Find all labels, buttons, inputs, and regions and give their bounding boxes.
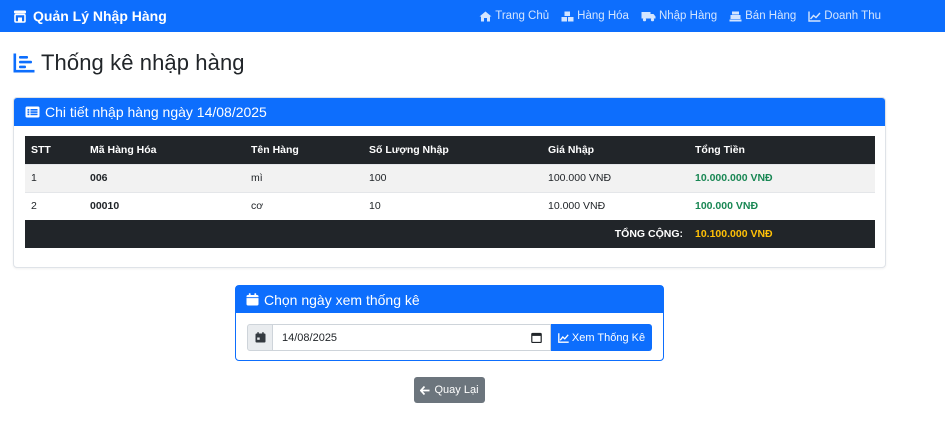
cell-code: 006 <box>84 163 245 192</box>
grand-total-value: 10.100.000 VNĐ <box>689 220 875 248</box>
chart-line-icon <box>558 332 569 343</box>
date-input-group: 14/08/2025 Xem Thống Kê <box>247 324 653 351</box>
arrow-left-icon <box>420 385 430 395</box>
cell-stt: 2 <box>25 191 84 220</box>
nav-item-label: Doanh Thu <box>824 10 881 22</box>
calendar-day-icon <box>255 332 265 343</box>
back-button[interactable]: Quay Lại <box>414 377 485 403</box>
list-chart-icon <box>13 53 35 73</box>
nav-item-revenue[interactable]: Doanh Thu <box>808 10 881 22</box>
import-detail-card: Chi tiết nhập hàng ngày 14/08/2025 STT M… <box>13 97 886 268</box>
column-header: Tổng Tiền <box>689 136 875 164</box>
column-header: STT <box>25 136 84 164</box>
table-header-row: STT Mã Hàng Hóa Tên Hàng Số Lượng Nhập G… <box>25 136 875 164</box>
detail-card-title: Chi tiết nhập hàng ngày 14/08/2025 <box>45 104 267 120</box>
table-row: 1 006 mì 100 100.000 VNĐ 10.000.000 VNĐ <box>25 163 875 192</box>
detail-card-header: Chi tiết nhập hàng ngày 14/08/2025 <box>14 98 885 126</box>
nav-item-sales[interactable]: Bán Hàng <box>729 10 796 22</box>
cell-qty: 100 <box>363 163 542 192</box>
nav-menu: Trang Chủ Hàng Hóa Nhập Hàng Bán Hàng Do… <box>479 0 881 32</box>
nav-item-label: Trang Chủ <box>495 10 550 22</box>
cell-stt: 1 <box>25 163 84 192</box>
cell-price: 10.000 VNĐ <box>542 191 689 220</box>
date-card-header: Chọn ngày xem thống kê <box>236 286 663 313</box>
cell-total: 100.000 VNĐ <box>689 191 875 220</box>
nav-item-import[interactable]: Nhập Hàng <box>641 10 717 22</box>
nav-item-home[interactable]: Trang Chủ <box>479 10 549 22</box>
home-icon <box>479 11 492 21</box>
cash-register-icon <box>729 11 742 21</box>
table-row: 2 00010 cơ 10 10.000 VNĐ 100.000 VNĐ <box>25 191 875 220</box>
date-input-value: 14/08/2025 <box>282 331 338 344</box>
date-card-title: Chọn ngày xem thống kê <box>264 291 420 308</box>
view-statistics-button[interactable]: Xem Thống Kê <box>551 324 652 351</box>
column-header: Giá Nhập <box>542 136 689 164</box>
grand-total-label: TỔNG CỘNG: <box>25 220 689 248</box>
cell-price: 100.000 VNĐ <box>542 163 689 192</box>
back-button-label: Quay Lại <box>434 384 479 396</box>
column-header: Tên Hàng <box>245 136 363 164</box>
chart-line-icon <box>808 11 821 22</box>
boxes-icon <box>561 11 574 21</box>
date-input[interactable]: 14/08/2025 <box>273 324 551 351</box>
cell-total: 10.000.000 VNĐ <box>689 163 875 192</box>
date-addon <box>247 324 273 351</box>
brand-link[interactable]: Quản Lý Nhập Hàng <box>13 0 167 32</box>
import-detail-table: STT Mã Hàng Hóa Tên Hàng Số Lượng Nhập G… <box>25 136 875 248</box>
calendar-icon <box>246 293 259 306</box>
brand-text: Quản Lý Nhập Hàng <box>33 8 167 24</box>
cell-name: cơ <box>245 191 363 220</box>
store-icon <box>14 10 26 23</box>
cell-qty: 10 <box>363 191 542 220</box>
column-header: Mã Hàng Hóa <box>84 136 245 164</box>
view-statistics-label: Xem Thống Kê <box>571 331 646 344</box>
cell-code: 00010 <box>84 191 245 220</box>
date-select-card: Chọn ngày xem thống kê 14/08/2025 Xem Th… <box>235 285 664 361</box>
truck-icon <box>641 11 656 21</box>
nav-item-label: Bán Hàng <box>745 10 797 22</box>
calendar-picker-icon[interactable] <box>531 332 542 343</box>
list-alt-icon <box>25 106 40 118</box>
table-footer-row: TỔNG CỘNG: 10.100.000 VNĐ <box>25 220 875 248</box>
page-heading: Thống kê nhập hàng <box>13 50 245 76</box>
top-navbar: Quản Lý Nhập Hàng Trang Chủ Hàng Hóa Nhậ… <box>0 0 945 32</box>
nav-item-products[interactable]: Hàng Hóa <box>561 10 629 22</box>
nav-item-label: Hàng Hóa <box>577 10 629 22</box>
cell-name: mì <box>245 163 363 192</box>
nav-item-label: Nhập Hàng <box>658 10 718 22</box>
column-header: Số Lượng Nhập <box>363 136 542 164</box>
page-title: Thống kê nhập hàng <box>41 50 245 75</box>
